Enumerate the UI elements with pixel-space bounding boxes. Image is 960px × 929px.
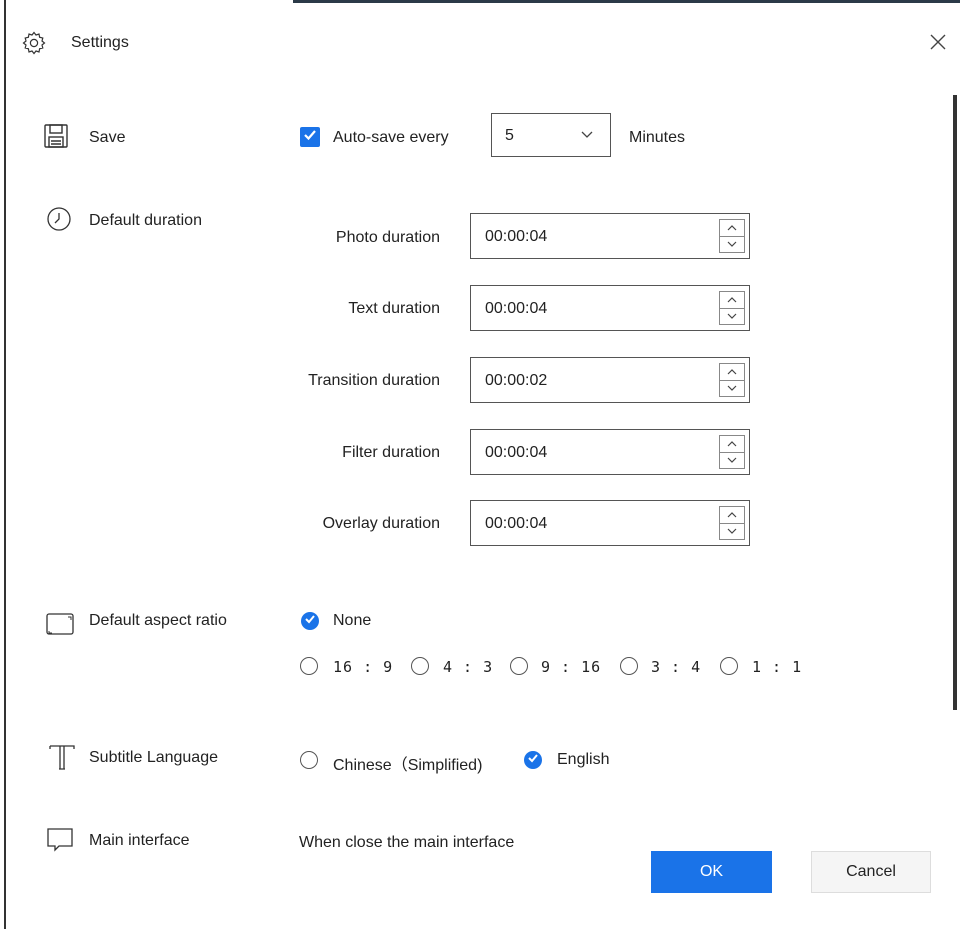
transition-duration-spinner[interactable]: 00:00:02 bbox=[470, 357, 750, 403]
ok-button[interactable]: OK bbox=[651, 851, 772, 893]
main-interface-description: When close the main interface bbox=[299, 834, 515, 851]
autosave-label: Auto-save every bbox=[333, 129, 449, 146]
dialog-title: Settings bbox=[71, 34, 129, 51]
decrement-button[interactable] bbox=[720, 452, 744, 468]
aspect-4-3-label: 4 : 3 bbox=[443, 658, 494, 676]
aspect-none-radio[interactable] bbox=[301, 612, 319, 630]
chevron-down-icon bbox=[727, 379, 737, 397]
chat-bubble-icon bbox=[45, 825, 73, 853]
save-section-label: Save bbox=[89, 129, 126, 146]
transition-duration-value: 00:00:02 bbox=[485, 372, 548, 389]
subtitle-english-label: English bbox=[557, 751, 610, 768]
autosave-interval-select[interactable]: 5 bbox=[491, 113, 611, 157]
overlay-duration-value: 00:00:04 bbox=[485, 515, 548, 532]
aspect-none-label: None bbox=[333, 612, 372, 629]
window-left-border bbox=[4, 0, 6, 929]
checkmark-icon bbox=[527, 751, 539, 769]
duration-section-label: Default duration bbox=[89, 212, 202, 229]
chevron-down-icon bbox=[580, 127, 594, 141]
spinner-buttons bbox=[719, 219, 745, 253]
autosave-interval-value: 5 bbox=[505, 127, 514, 144]
aspect-3-4-radio[interactable] bbox=[620, 657, 638, 675]
spinner-buttons bbox=[719, 435, 745, 469]
autosave-unit: Minutes bbox=[629, 129, 686, 146]
spinner-buttons bbox=[719, 506, 745, 540]
decrement-button[interactable] bbox=[720, 523, 744, 539]
aspect-16-9-label: 16 : 9 bbox=[333, 658, 394, 676]
chevron-down-icon bbox=[727, 235, 737, 253]
overlay-duration-spinner[interactable]: 00:00:04 bbox=[470, 500, 750, 546]
aspect-16-9-radio[interactable] bbox=[300, 657, 318, 675]
overlay-duration-label: Overlay duration bbox=[322, 515, 440, 532]
chevron-down-icon bbox=[727, 451, 737, 469]
scrollbar[interactable] bbox=[953, 95, 957, 710]
chevron-down-icon bbox=[727, 522, 737, 540]
decrement-button[interactable] bbox=[720, 380, 744, 396]
chevron-down-icon bbox=[727, 307, 737, 325]
aspect-9-16-label: 9 : 16 bbox=[541, 658, 602, 676]
spinner-buttons bbox=[719, 363, 745, 397]
aspect-3-4-label: 3 : 4 bbox=[651, 658, 702, 676]
transition-duration-label: Transition duration bbox=[308, 372, 440, 389]
floppy-disk-icon bbox=[42, 122, 70, 150]
autosave-checkbox[interactable] bbox=[300, 127, 320, 147]
aspect-4-3-radio[interactable] bbox=[411, 657, 429, 675]
text-icon bbox=[48, 742, 76, 770]
checkmark-icon bbox=[303, 128, 317, 147]
decrement-button[interactable] bbox=[720, 308, 744, 324]
filter-duration-value: 00:00:04 bbox=[485, 444, 548, 461]
aspect-9-16-radio[interactable] bbox=[510, 657, 528, 675]
checkmark-icon bbox=[304, 612, 316, 630]
subtitle-section-label: Subtitle Language bbox=[89, 749, 218, 766]
text-duration-spinner[interactable]: 00:00:04 bbox=[470, 285, 750, 331]
decrement-button[interactable] bbox=[720, 236, 744, 252]
close-button[interactable] bbox=[924, 30, 952, 58]
top-accent-bar bbox=[293, 0, 960, 3]
aspect-section-label: Default aspect ratio bbox=[89, 612, 227, 629]
aspect-1-1-radio[interactable] bbox=[720, 657, 738, 675]
photo-duration-label: Photo duration bbox=[335, 229, 440, 246]
spinner-buttons bbox=[719, 291, 745, 325]
close-icon bbox=[929, 33, 947, 56]
gear-icon bbox=[21, 30, 47, 56]
photo-duration-spinner[interactable]: 00:00:04 bbox=[470, 213, 750, 259]
photo-duration-value: 00:00:04 bbox=[485, 228, 548, 245]
cancel-button[interactable]: Cancel bbox=[811, 851, 931, 893]
text-duration-value: 00:00:04 bbox=[485, 300, 548, 317]
text-duration-label: Text duration bbox=[348, 300, 440, 317]
subtitle-english-radio[interactable] bbox=[524, 751, 542, 769]
main-interface-section-label: Main interface bbox=[89, 832, 190, 849]
clock-icon bbox=[45, 205, 73, 233]
settings-dialog: Settings Save Auto-save every 5 Minutes bbox=[0, 0, 960, 929]
filter-duration-label: Filter duration bbox=[342, 444, 440, 461]
aspect-ratio-icon bbox=[45, 610, 74, 638]
filter-duration-spinner[interactable]: 00:00:04 bbox=[470, 429, 750, 475]
subtitle-chinese-radio[interactable] bbox=[300, 751, 318, 769]
subtitle-chinese-label: Chinese（Simplified) bbox=[333, 757, 483, 774]
aspect-1-1-label: 1 : 1 bbox=[752, 658, 803, 676]
